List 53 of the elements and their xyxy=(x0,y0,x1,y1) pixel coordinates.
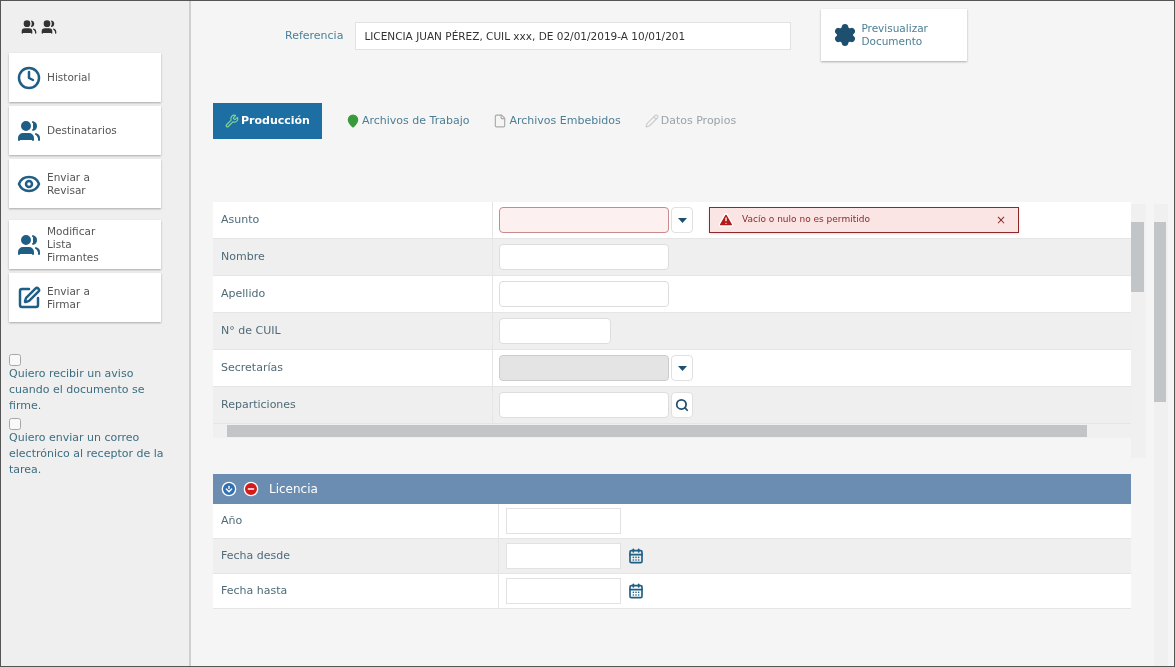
file-icon xyxy=(493,114,508,128)
search-button[interactable] xyxy=(671,392,693,418)
calendar-icon xyxy=(628,548,644,564)
vertical-scrollbar[interactable] xyxy=(1154,204,1168,666)
checkbox[interactable] xyxy=(9,354,21,366)
dropdown-button[interactable] xyxy=(671,207,693,233)
users-icon xyxy=(17,118,41,143)
close-button[interactable]: × xyxy=(991,211,1010,229)
minus-circle-icon[interactable] xyxy=(243,481,259,497)
calendar-icon xyxy=(628,583,644,599)
tab[interactable]: Producción xyxy=(213,103,322,139)
field-label: Apellido xyxy=(213,276,493,312)
field-label: Secretarías xyxy=(213,350,493,386)
search-icon xyxy=(675,398,689,412)
sidebar-button[interactable]: Modificar Lista Firmantes xyxy=(9,220,161,269)
horizontal-scrollbar[interactable] xyxy=(213,424,1131,438)
users-icon xyxy=(17,232,41,257)
field-label: Asunto xyxy=(213,202,493,238)
sidebar-button[interactable]: Enviar a Firmar xyxy=(9,273,161,322)
reference-label: Referencia xyxy=(285,27,344,44)
field-label: N° de CUIL xyxy=(213,313,493,349)
field-label: Fecha desde xyxy=(213,539,499,573)
dropdown-button[interactable] xyxy=(671,355,693,381)
users-icon xyxy=(21,19,37,35)
input-field[interactable] xyxy=(499,207,669,233)
vertical-scrollbar[interactable] xyxy=(1131,204,1146,458)
preview-button[interactable]: Previsualizar Documento xyxy=(821,9,968,61)
clock-icon xyxy=(17,65,41,90)
checkbox-label: Quiero enviar un correo electrónico al receptor de la tarea. xyxy=(9,430,165,478)
reference-field[interactable]: LICENCIA JUAN PÉREZ, CUIL xxx, DE 02/01/2019-A 10/01/201 xyxy=(355,22,792,50)
sidebar-button[interactable]: Historial xyxy=(9,53,161,102)
field-label: Año xyxy=(213,504,499,538)
pin-icon xyxy=(345,114,360,128)
pencil-icon xyxy=(644,114,659,128)
settings-icon xyxy=(833,23,858,47)
checkbox[interactable] xyxy=(9,418,21,430)
field-label: Reparticiones xyxy=(213,387,493,423)
warning-icon xyxy=(718,212,734,228)
field-label: Nombre xyxy=(213,239,493,275)
arrow-circle-icon[interactable] xyxy=(221,481,237,497)
caret-icon xyxy=(677,365,687,371)
error-message: Vacío o nulo no es permitido xyxy=(742,213,871,227)
field-label: Fecha hasta xyxy=(213,574,499,608)
tab[interactable]: Archivos Embebidos xyxy=(493,103,621,139)
users-icon xyxy=(41,19,57,35)
sidebar-button[interactable]: Enviar a Revisar xyxy=(9,159,161,208)
tab[interactable]: Archivos de Trabajo xyxy=(345,103,470,139)
edit-icon xyxy=(17,285,41,310)
wrench-icon xyxy=(225,114,239,128)
section-title: Licencia xyxy=(269,481,318,498)
caret-icon xyxy=(677,217,687,223)
sidebar-button[interactable]: Destinatarios xyxy=(9,106,161,155)
checkbox-label: Quiero recibir un aviso cuando el documento se firme. xyxy=(9,366,146,414)
